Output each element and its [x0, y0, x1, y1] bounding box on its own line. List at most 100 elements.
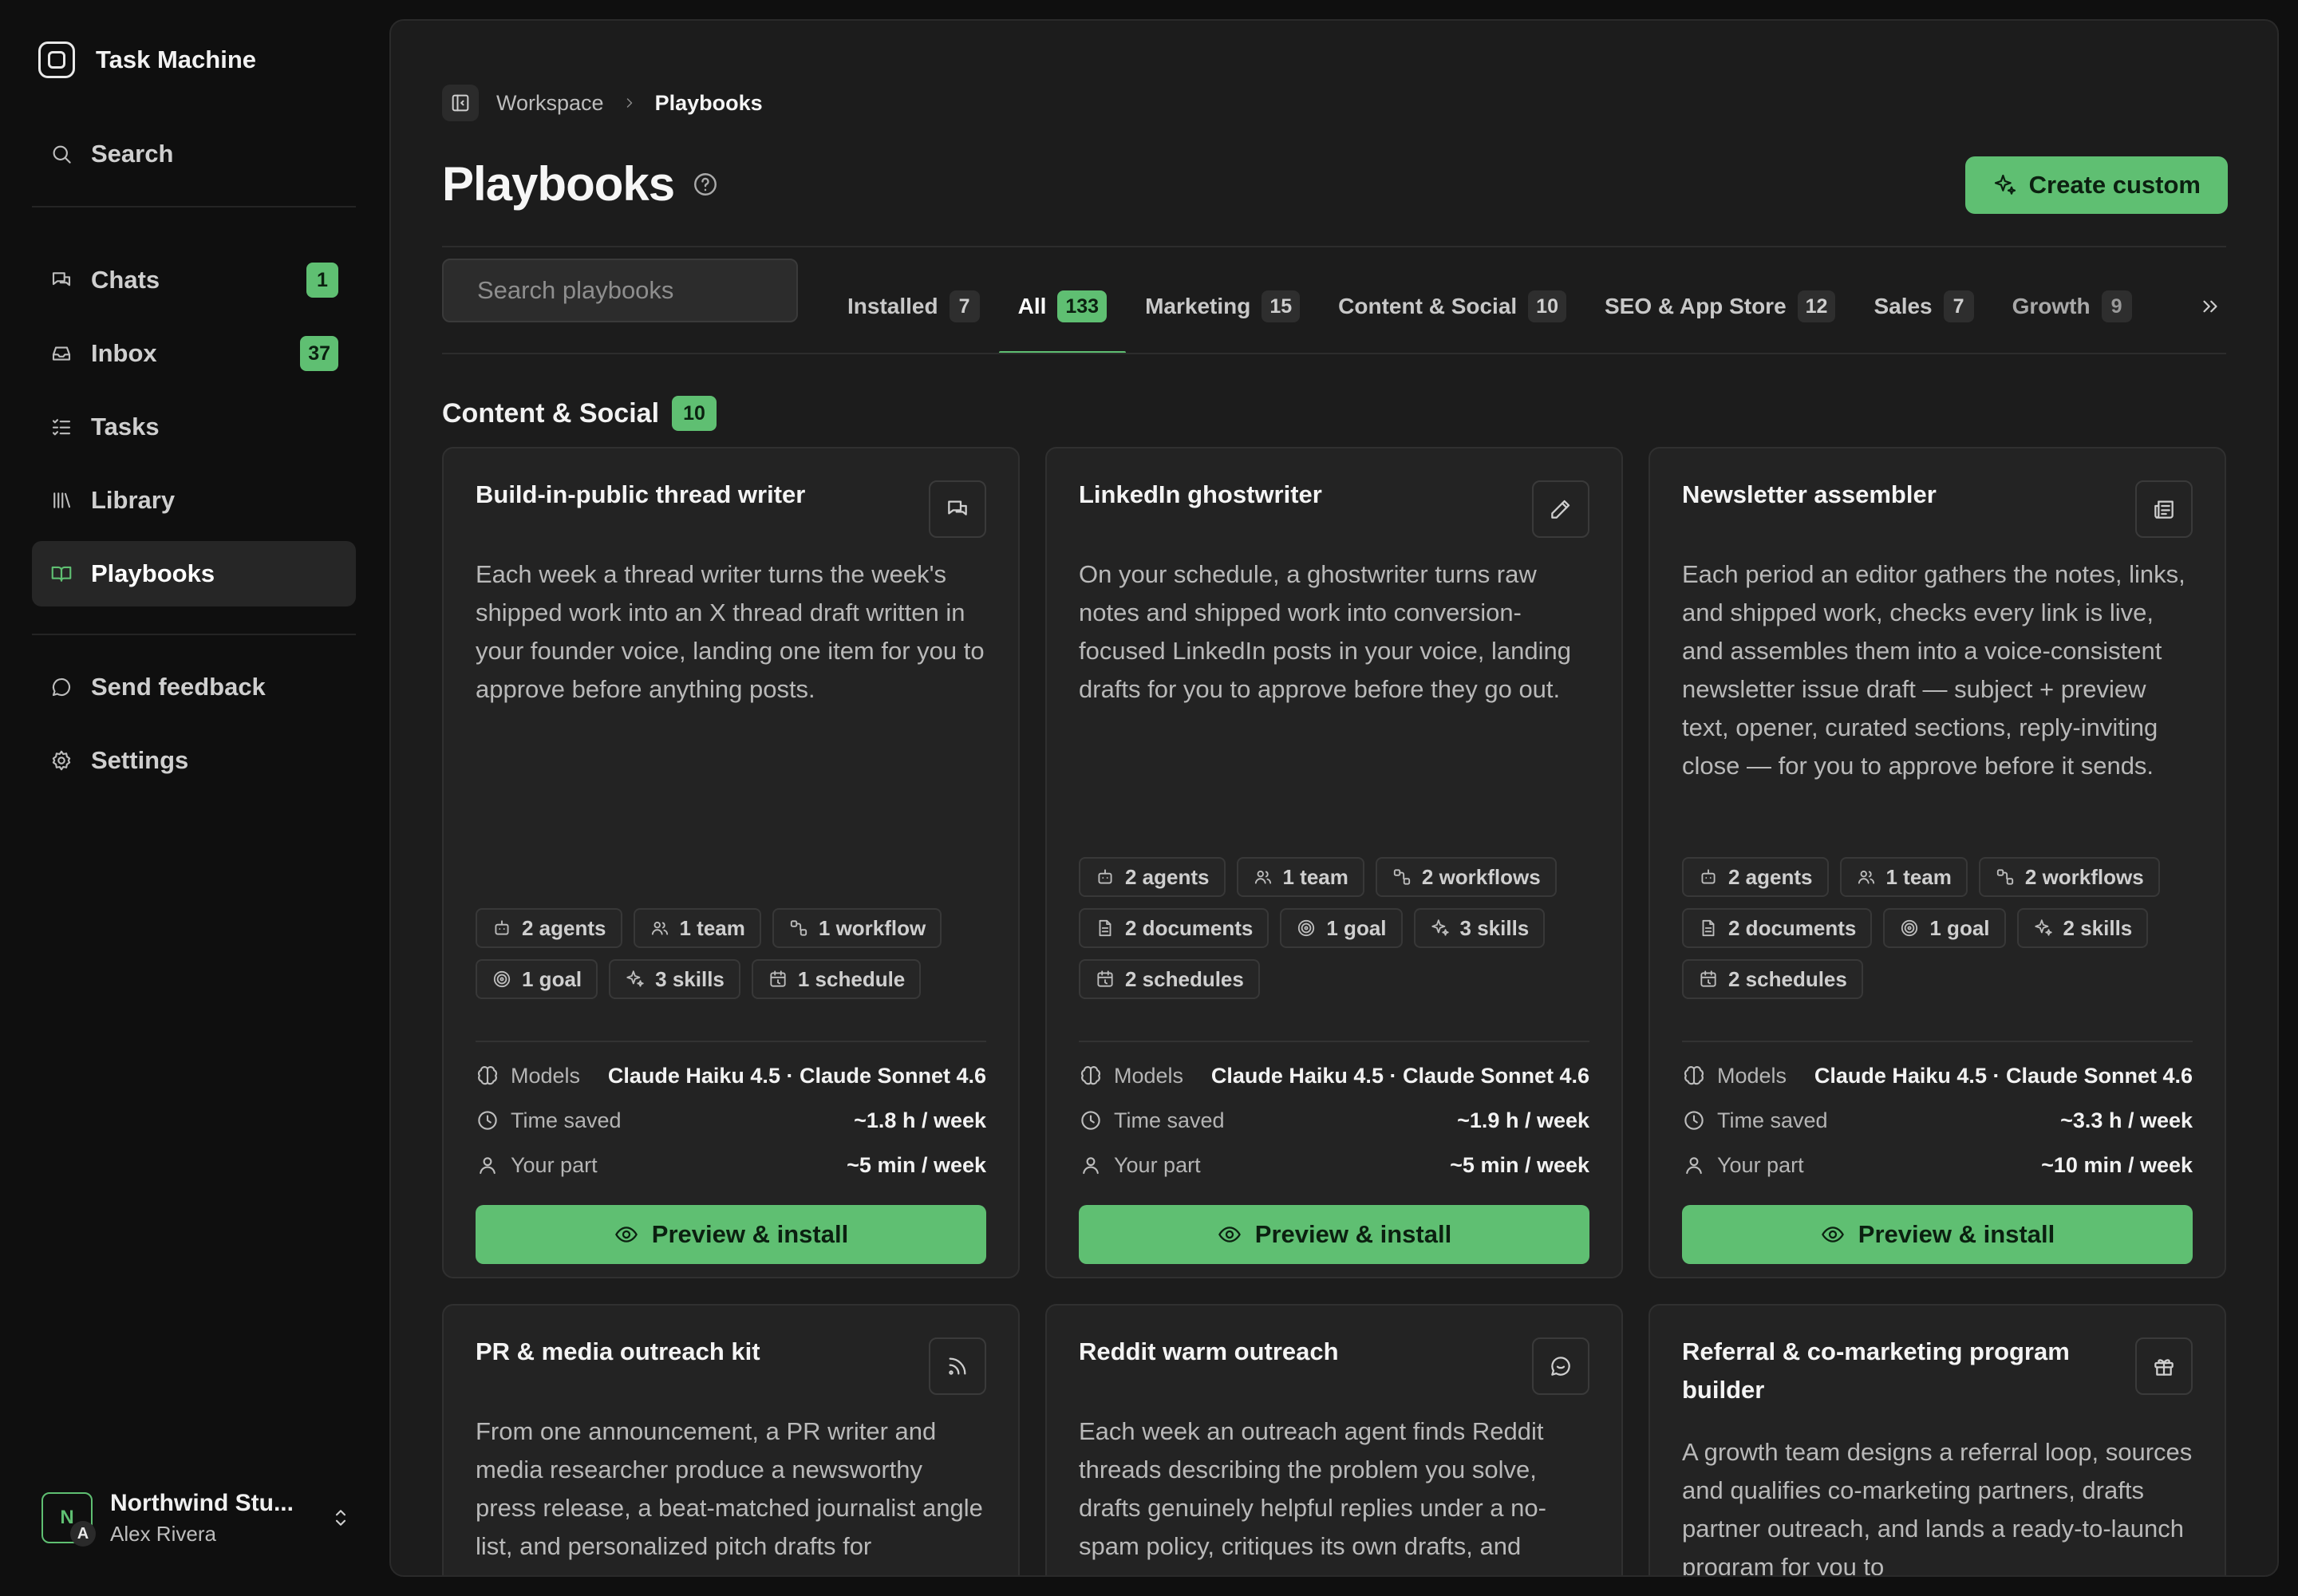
account-switcher[interactable]: N A Northwind Stu... Alex Rivera: [41, 1489, 353, 1547]
card-icon-badge: [2135, 480, 2193, 538]
card-title: Referral & co-marketing program builder: [1682, 1337, 2070, 1404]
resource-chip: 3 skills: [609, 959, 740, 999]
brand[interactable]: Task Machine: [38, 41, 256, 78]
user-icon: [1686, 1157, 1702, 1175]
resource-chip: 1 goal: [1280, 908, 1403, 948]
sidebar-divider: [32, 206, 356, 207]
chats-icon: [52, 272, 71, 286]
stat-value: ~1.8 h / week: [854, 1108, 986, 1132]
sidebar-item-chats[interactable]: Chats 1: [32, 247, 356, 313]
stat-time-saved: Time saved ~3.3 h / week: [1682, 1103, 2193, 1138]
sidebar-search[interactable]: Search: [32, 121, 356, 187]
tab-count: 133: [1057, 290, 1108, 322]
sidebar-item-library[interactable]: Library: [32, 468, 356, 533]
sidebar-item-label: Playbooks: [91, 559, 215, 587]
card-icon-badge: [929, 1337, 986, 1395]
stat-your-part: Your part ~5 min / week: [1079, 1148, 1589, 1183]
sidebar-item-playbooks[interactable]: Playbooks: [32, 541, 356, 606]
playbook-card-pr-media-outreach[interactable]: PR & media outreach kit From one announc…: [442, 1304, 1020, 1575]
breadcrumb-workspace[interactable]: Workspace: [496, 91, 604, 116]
account-org-name: Northwind Stu...: [110, 1489, 294, 1516]
section-count-badge: 10: [672, 396, 717, 431]
brain-icon: [1684, 1066, 1704, 1085]
sidebar-divider: [32, 634, 356, 635]
rss-icon: [949, 1357, 966, 1375]
app-logo-icon: [38, 41, 75, 78]
tab-all[interactable]: All 133: [998, 259, 1127, 354]
tab-count: 7: [949, 290, 980, 322]
preview-install-button[interactable]: Preview & install: [1682, 1205, 2193, 1264]
tab-count: 7: [1943, 290, 1974, 322]
brain-icon: [477, 1066, 498, 1085]
playbook-card-referral-program[interactable]: Referral & co-marketing program builder …: [1648, 1304, 2226, 1575]
playbook-card-thread-writer[interactable]: Build-in-public thread writer Each week …: [442, 447, 1020, 1278]
preview-install-label: Preview & install: [1858, 1220, 2055, 1248]
sidebar-item-tasks[interactable]: Tasks: [32, 394, 356, 460]
card-description: On your schedule, a ghostwriter turns ra…: [1079, 560, 1571, 703]
card-title: Reddit warm outreach: [1079, 1337, 1339, 1365]
brain-icon: [1080, 1066, 1101, 1085]
stat-label: Time saved: [1114, 1108, 1225, 1132]
stat-value: Claude Haiku 4.5 · Claude Sonnet 4.6: [607, 1063, 986, 1088]
eye-icon: [614, 1227, 638, 1242]
avatar: N A: [41, 1492, 96, 1547]
playbook-search: [442, 259, 798, 322]
resource-chip: 2 workflows: [1978, 857, 2160, 897]
tab-seo-app-store[interactable]: SEO & App Store 12: [1585, 259, 1854, 354]
tab-label: Content & Social: [1338, 294, 1518, 318]
playbook-card-linkedin-ghostwriter[interactable]: LinkedIn ghostwriter On your schedule, a…: [1045, 447, 1623, 1278]
inbox-count-badge: 37: [300, 336, 338, 371]
resource-chip: 3 skills: [1413, 908, 1546, 948]
card-icon-badge: [1532, 480, 1589, 538]
card-description: Each week a thread writer turns the week…: [476, 560, 985, 703]
search-input[interactable]: [477, 276, 796, 305]
team-icon: [1254, 871, 1271, 884]
team-icon: [651, 922, 668, 935]
page-title: Playbooks: [442, 157, 675, 211]
toggle-sidebar-button[interactable]: [442, 85, 479, 121]
create-custom-button[interactable]: Create custom: [1964, 156, 2228, 214]
tab-label: SEO & App Store: [1604, 294, 1787, 318]
card-icon-badge: [929, 480, 986, 538]
scroll-tabs-right-button[interactable]: [2194, 290, 2226, 322]
clock-icon: [1684, 1111, 1704, 1130]
stat-your-part: Your part ~5 min / week: [476, 1148, 986, 1183]
playbook-card-reddit-warm-outreach[interactable]: Reddit warm outreach Each week an outrea…: [1045, 1304, 1623, 1575]
tab-count: 15: [1262, 290, 1301, 322]
chats-count-badge: 1: [306, 263, 338, 298]
tab-label: Installed: [847, 294, 938, 318]
stat-time-saved: Time saved ~1.8 h / week: [476, 1103, 986, 1138]
header-divider: [442, 246, 2226, 247]
sidebar-item-settings[interactable]: Settings: [32, 728, 356, 793]
resource-chip: 2 schedules: [1079, 959, 1260, 999]
tab-installed[interactable]: Installed 7: [828, 259, 999, 354]
stat-label: Models: [511, 1063, 581, 1088]
chevrons-right-icon: [2203, 300, 2217, 313]
user-icon: [1083, 1157, 1099, 1175]
sidebar-item-send-feedback[interactable]: Send feedback: [32, 654, 356, 720]
card-title: Build-in-public thread writer: [476, 480, 806, 508]
tab-marketing[interactable]: Marketing 15: [1126, 259, 1319, 354]
card-divider: [1682, 1041, 2193, 1042]
tab-count: 9: [2101, 290, 2132, 322]
sidebar-item-inbox[interactable]: Inbox 37: [32, 321, 356, 386]
sidebar-item-label: Send feedback: [91, 673, 266, 701]
tab-sales[interactable]: Sales 7: [1854, 259, 1992, 354]
playbook-card-newsletter-assembler[interactable]: Newsletter assembler Each period an edit…: [1648, 447, 2226, 1278]
card-description: Each week an outreach agent finds Reddit…: [1079, 1417, 1546, 1560]
preview-install-button[interactable]: Preview & install: [1079, 1205, 1589, 1264]
sidebar-item-label: Settings: [91, 746, 189, 774]
stat-value: Claude Haiku 4.5 · Claude Sonnet 4.6: [1814, 1063, 2193, 1088]
category-tabs: Installed 7 All 133 Marketing 15 Content & …: [828, 259, 2226, 354]
resource-chip: 1 schedule: [751, 959, 922, 999]
help-icon[interactable]: [692, 171, 719, 198]
tab-growth[interactable]: Growth 9: [1993, 259, 2151, 354]
tab-content-social[interactable]: Content & Social 10: [1319, 259, 1585, 354]
gear-icon: [52, 750, 71, 771]
chat-bubble-icon: [1551, 1357, 1570, 1376]
stat-value: ~5 min / week: [847, 1152, 986, 1177]
tab-label: Growth: [2012, 294, 2091, 318]
goal-icon: [1298, 919, 1315, 937]
preview-install-button[interactable]: Preview & install: [476, 1205, 986, 1264]
section-heading: Content & Social 10: [442, 396, 717, 431]
